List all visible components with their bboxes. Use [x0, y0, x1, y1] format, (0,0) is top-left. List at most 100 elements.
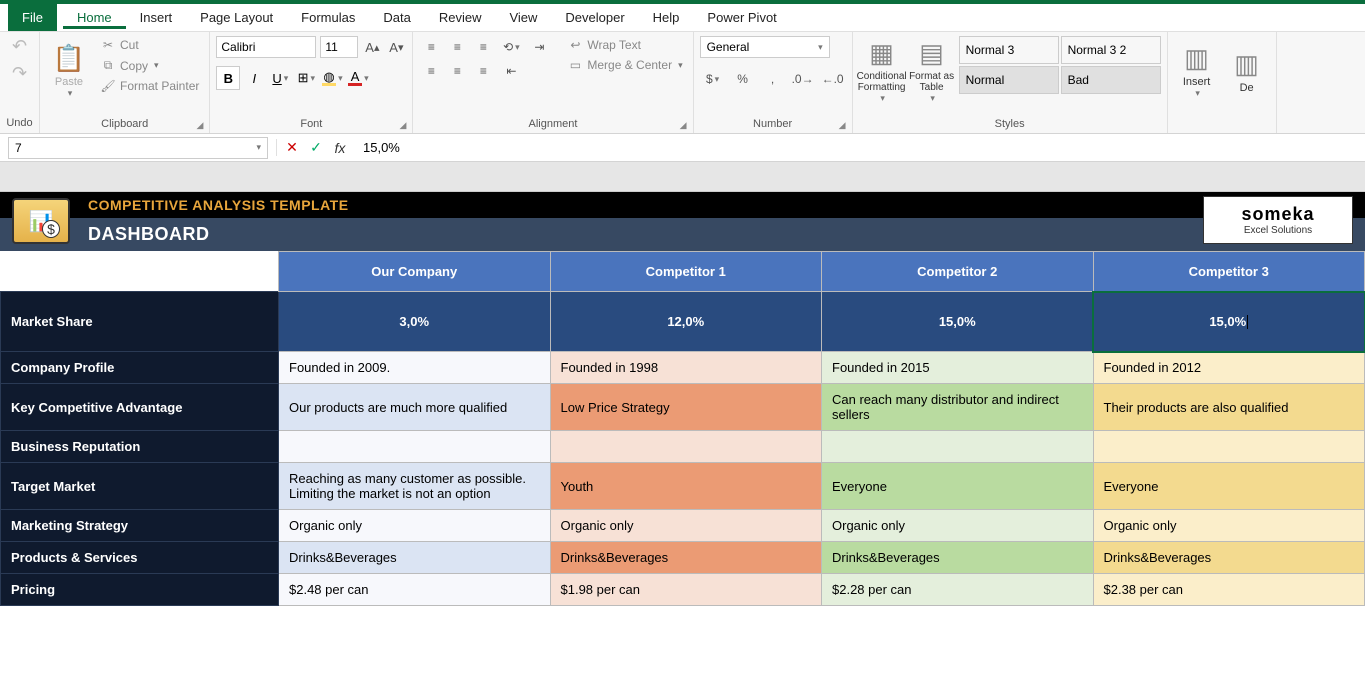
merge-center-button[interactable]: ▭Merge & Center▾ [563, 56, 686, 74]
increase-font-icon[interactable]: A▴ [362, 37, 382, 57]
fill-color-button[interactable]: ◍▾ [320, 66, 344, 90]
table-cell[interactable] [822, 431, 1094, 463]
tab-developer[interactable]: Developer [551, 6, 638, 29]
align-center-icon[interactable]: ≡ [445, 60, 469, 82]
format-as-table-button[interactable]: ▤Format as Table▾ [909, 36, 955, 106]
italic-button[interactable]: I [242, 66, 266, 90]
table-cell[interactable]: Our products are much more qualified [279, 384, 551, 431]
decrease-indent-icon[interactable]: ⇤ [499, 60, 523, 82]
name-box[interactable]: 7▾ [8, 137, 268, 159]
table-cell[interactable] [1093, 431, 1365, 463]
style-chip[interactable]: Normal [959, 66, 1059, 94]
analysis-table[interactable]: Our CompanyCompetitor 1Competitor 2Compe… [0, 251, 1365, 606]
cancel-icon[interactable]: ✕ [283, 139, 301, 156]
table-cell[interactable]: Organic only [822, 510, 1094, 542]
table-cell[interactable]: Drinks&Beverages [1093, 542, 1365, 574]
table-cell[interactable]: Can reach many distributor and indirect … [822, 384, 1094, 431]
table-cell[interactable] [279, 431, 551, 463]
border-button[interactable]: ⊞▾ [294, 66, 318, 90]
row-label[interactable]: Business Reputation [1, 431, 279, 463]
decrease-decimal-icon[interactable]: ←.0 [820, 68, 846, 90]
cut-button[interactable]: ✂Cut [96, 36, 203, 54]
tab-view[interactable]: View [495, 6, 551, 29]
table-cell[interactable]: Drinks&Beverages [822, 542, 1094, 574]
font-name-input[interactable] [216, 36, 316, 58]
orientation-icon[interactable]: ⟲▾ [499, 36, 523, 58]
table-cell[interactable]: $2.28 per can [822, 574, 1094, 606]
font-color-button[interactable]: A▾ [346, 66, 370, 90]
copy-button[interactable]: ⧉Copy▾ [96, 56, 203, 75]
column-header[interactable]: Competitor 1 [550, 252, 822, 292]
table-cell[interactable]: Reaching as many customer as possible. L… [279, 463, 551, 510]
accounting-icon[interactable]: $▾ [700, 68, 726, 90]
align-top-icon[interactable]: ≡ [419, 36, 443, 58]
number-format-select[interactable]: General▾ [700, 36, 830, 58]
table-cell[interactable]: Low Price Strategy [550, 384, 822, 431]
row-label[interactable]: Key Competitive Advantage [1, 384, 279, 431]
row-label[interactable]: Marketing Strategy [1, 510, 279, 542]
table-cell[interactable]: 12,0% [550, 292, 822, 352]
row-label[interactable]: Company Profile [1, 352, 279, 384]
row-label[interactable]: Pricing [1, 574, 279, 606]
align-left-icon[interactable]: ≡ [419, 60, 443, 82]
paste-button[interactable]: 📋 Paste ▾ [46, 36, 92, 106]
table-cell[interactable]: Youth [550, 463, 822, 510]
style-chip[interactable]: Normal 3 [959, 36, 1059, 64]
align-right-icon[interactable]: ≡ [471, 60, 495, 82]
increase-indent-icon[interactable]: ⇥ [527, 36, 551, 58]
tab-review[interactable]: Review [425, 6, 496, 29]
conditional-formatting-button[interactable]: ▦Conditional Formatting▾ [859, 36, 905, 106]
insert-button[interactable]: ▥Insert▾ [1174, 36, 1220, 106]
undo-icon[interactable]: ↶ [12, 36, 27, 57]
formula-input[interactable] [355, 138, 1365, 157]
table-cell[interactable] [550, 431, 822, 463]
column-header[interactable]: Our Company [279, 252, 551, 292]
row-label[interactable]: Target Market [1, 463, 279, 510]
table-cell[interactable]: Organic only [550, 510, 822, 542]
table-cell[interactable]: Organic only [1093, 510, 1365, 542]
bold-button[interactable]: B [216, 66, 240, 90]
table-cell[interactable]: $2.48 per can [279, 574, 551, 606]
decrease-font-icon[interactable]: A▾ [386, 37, 406, 57]
font-size-input[interactable] [320, 36, 358, 58]
increase-decimal-icon[interactable]: .0→ [790, 68, 816, 90]
format-painter-button[interactable]: 🖌Format Painter [96, 77, 203, 95]
accept-icon[interactable]: ✓ [307, 139, 325, 156]
table-cell[interactable]: Drinks&Beverages [550, 542, 822, 574]
tab-power-pivot[interactable]: Power Pivot [693, 6, 790, 29]
redo-icon[interactable]: ↷ [12, 63, 27, 84]
table-cell[interactable]: Founded in 1998 [550, 352, 822, 384]
fx-icon[interactable]: fx [331, 140, 349, 156]
delete-button[interactable]: ▥De [1224, 36, 1270, 106]
wrap-text-button[interactable]: ↩Wrap Text [563, 36, 686, 54]
tab-formulas[interactable]: Formulas [287, 6, 369, 29]
align-bottom-icon[interactable]: ≡ [471, 36, 495, 58]
tab-data[interactable]: Data [369, 6, 424, 29]
table-cell[interactable]: Founded in 2015 [822, 352, 1094, 384]
column-headers-area[interactable] [0, 162, 1365, 192]
table-cell[interactable]: Everyone [822, 463, 1094, 510]
table-cell[interactable]: $2.38 per can [1093, 574, 1365, 606]
table-cell[interactable]: Drinks&Beverages [279, 542, 551, 574]
tab-page-layout[interactable]: Page Layout [186, 6, 287, 29]
table-cell[interactable]: Founded in 2009. [279, 352, 551, 384]
table-cell[interactable]: 15,0% [822, 292, 1094, 352]
row-label[interactable]: Market Share [1, 292, 279, 352]
style-chip[interactable]: Normal 3 2 [1061, 36, 1161, 64]
tab-home[interactable]: Home [63, 6, 126, 29]
tab-help[interactable]: Help [639, 6, 694, 29]
tab-file[interactable]: File [8, 4, 57, 31]
worksheet[interactable]: COMPETITIVE ANALYSIS TEMPLATE 📊 DASHBOAR… [0, 192, 1365, 606]
tab-insert[interactable]: Insert [126, 6, 187, 29]
style-chip[interactable]: Bad [1061, 66, 1161, 94]
column-header[interactable]: Competitor 3 [1093, 252, 1365, 292]
table-cell[interactable]: 15,0% [1093, 292, 1365, 352]
table-cell[interactable]: $1.98 per can [550, 574, 822, 606]
column-header[interactable]: Competitor 2 [822, 252, 1094, 292]
table-cell[interactable]: Organic only [279, 510, 551, 542]
row-label[interactable]: Products & Services [1, 542, 279, 574]
table-cell[interactable]: Everyone [1093, 463, 1365, 510]
table-cell[interactable]: Their products are also qualified [1093, 384, 1365, 431]
comma-icon[interactable]: , [760, 68, 786, 90]
align-middle-icon[interactable]: ≡ [445, 36, 469, 58]
